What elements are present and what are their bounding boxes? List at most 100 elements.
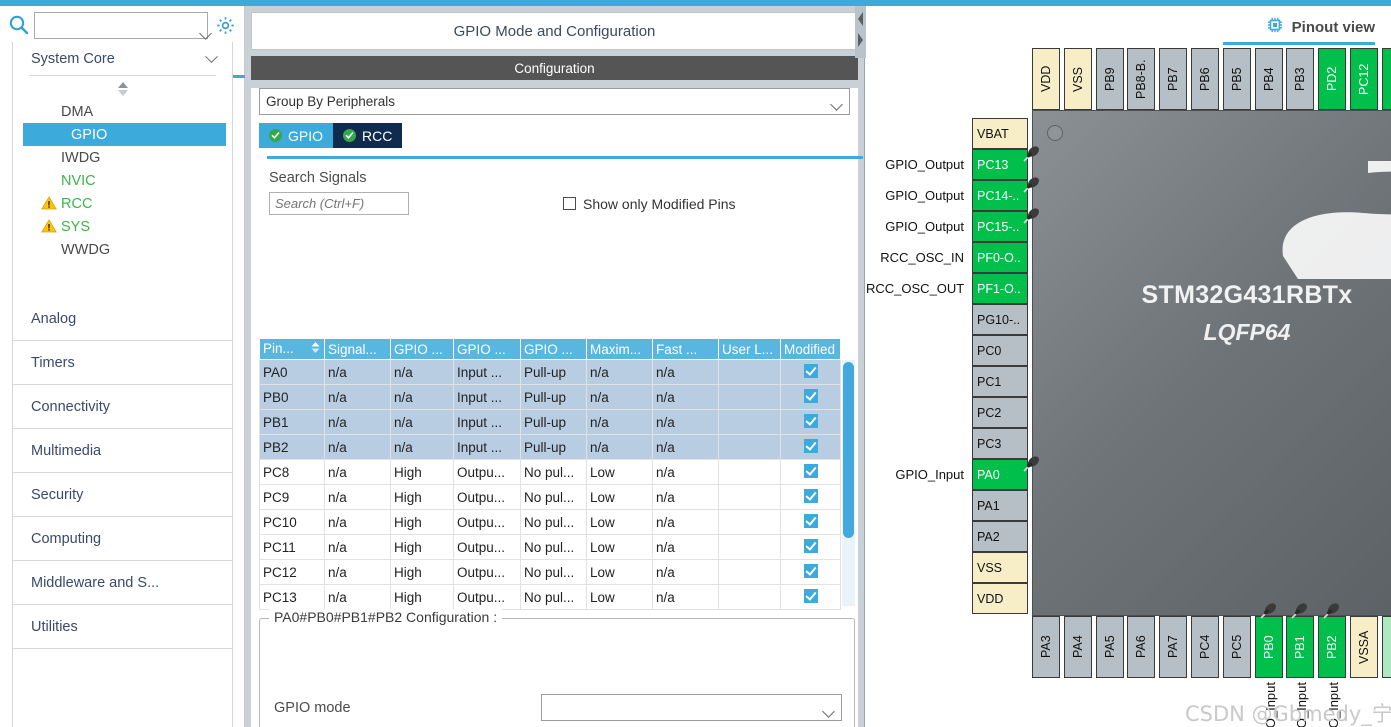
chip-pin-vdd[interactable]: VDD bbox=[1032, 48, 1060, 110]
col-header-gpio-mode[interactable]: GPIO ... bbox=[454, 339, 521, 360]
table-row[interactable]: PC9n/aHighOutpu...No pul...Lown/a bbox=[260, 485, 841, 510]
chip-pin-vdd[interactable]: VDD bbox=[972, 583, 1028, 614]
sidebar-item-nvic[interactable]: NVIC bbox=[13, 169, 232, 192]
chip-pin-pb4[interactable]: PB4 bbox=[1255, 48, 1283, 110]
col-header-gpio-output-level[interactable]: GPIO ... bbox=[391, 339, 454, 360]
sidebar-item-iwdg[interactable]: IWDG bbox=[13, 146, 232, 169]
chip-pin-vref[interactable]: VREF bbox=[1382, 616, 1391, 678]
pin-cell-modified[interactable] bbox=[781, 585, 841, 610]
pin-cell-modified[interactable] bbox=[781, 535, 841, 560]
gpio-mode-dropdown[interactable] bbox=[541, 694, 842, 721]
table-row[interactable]: PB1n/an/aInput ...Pull-upn/an/a bbox=[260, 410, 841, 435]
sidebar-category-computing[interactable]: Computing bbox=[13, 517, 232, 561]
chip-pin-pa4[interactable]: PA4 bbox=[1064, 616, 1092, 678]
table-row[interactable]: PB2n/an/aInput ...Pull-upn/an/a bbox=[260, 435, 841, 460]
table-row[interactable]: PC8n/aHighOutpu...No pul...Lown/a bbox=[260, 460, 841, 485]
chip-pin-pb9[interactable]: PB9 bbox=[1096, 48, 1124, 110]
pin-cell-name: PB2 bbox=[260, 435, 325, 460]
chip-pin-pa5[interactable]: PA5 bbox=[1096, 616, 1124, 678]
sort-toggle[interactable] bbox=[13, 76, 232, 100]
sidebar-category-connectivity[interactable]: Connectivity bbox=[13, 385, 232, 429]
sidebar: Categories A->Z System Core DMA bbox=[0, 6, 245, 727]
sidebar-category-middleware[interactable]: Middleware and S... bbox=[13, 561, 232, 605]
pin-cell-modified[interactable] bbox=[781, 560, 841, 585]
pin-cell-modified[interactable] bbox=[781, 360, 841, 385]
col-header-pin[interactable]: Pin... bbox=[260, 339, 325, 360]
col-header-modified[interactable]: Modified bbox=[781, 339, 841, 360]
pin-cell-modified[interactable] bbox=[781, 410, 841, 435]
table-row[interactable]: PC13n/aHighOutpu...No pul...Lown/a bbox=[260, 585, 841, 610]
sidebar-item-dma[interactable]: DMA bbox=[13, 100, 232, 123]
sidebar-search-input[interactable] bbox=[35, 13, 207, 38]
sidebar-group-system-core[interactable]: System Core bbox=[13, 42, 232, 75]
sidebar-category-security[interactable]: Security bbox=[13, 473, 232, 517]
sidebar-search-combo[interactable] bbox=[34, 12, 208, 39]
chip-pin-pa1[interactable]: PA1 bbox=[972, 490, 1028, 521]
sidebar-item-wwdg[interactable]: WWDG bbox=[13, 238, 232, 261]
table-row[interactable]: PC11n/aHighOutpu...No pul...Lown/a bbox=[260, 535, 841, 560]
col-header-maximum-speed[interactable]: Maxim... bbox=[587, 339, 653, 360]
pin-cell-modified[interactable] bbox=[781, 485, 841, 510]
table-row[interactable]: PA0n/an/aInput ...Pull-upn/an/a bbox=[260, 360, 841, 385]
sidebar-category-utilities[interactable]: Utilities bbox=[13, 605, 232, 649]
sidebar-category-timers[interactable]: Timers bbox=[13, 341, 232, 385]
chip-pin-pb2[interactable]: PB2 bbox=[1318, 616, 1346, 678]
collapse-arrows-icon[interactable] bbox=[855, 6, 866, 58]
col-header-fast-mode[interactable]: Fast ... bbox=[653, 339, 719, 360]
table-row[interactable]: PC10n/aHighOutpu...No pul...Lown/a bbox=[260, 510, 841, 535]
chip-pin-pa2[interactable]: PA2 bbox=[972, 521, 1028, 552]
tab-pinout-view[interactable]: Pinout view bbox=[1266, 16, 1375, 38]
panel-collapse-handle[interactable] bbox=[855, 6, 866, 58]
chip-pin-pc5[interactable]: PC5 bbox=[1223, 616, 1251, 678]
chip-pin-pb0[interactable]: PB0 bbox=[1255, 616, 1283, 678]
chip-pin-pa3[interactable]: PA3 bbox=[1032, 616, 1060, 678]
chip-pin-pc0[interactable]: PC0 bbox=[972, 335, 1028, 366]
chip-pin-pb8b[interactable]: PB8-B. bbox=[1127, 48, 1155, 110]
tab-gpio[interactable]: GPIO bbox=[259, 123, 333, 148]
chip-pin-pc4[interactable]: PC4 bbox=[1191, 616, 1219, 678]
chip-pin-pd2[interactable]: PD2 bbox=[1318, 48, 1346, 110]
sidebar-item-sys[interactable]: SYS bbox=[13, 215, 232, 238]
col-header-signal[interactable]: Signal... bbox=[325, 339, 391, 360]
pin-cell-modified[interactable] bbox=[781, 510, 841, 535]
sort-icon[interactable] bbox=[310, 341, 321, 357]
chip-pin-pb1[interactable]: PB1 bbox=[1286, 616, 1314, 678]
pin-cell-pull: No pul... bbox=[521, 485, 587, 510]
scrollbar-thumb[interactable] bbox=[843, 362, 854, 538]
chip-pin-pc11[interactable]: PC11 bbox=[1382, 48, 1391, 110]
pin-cell-modified[interactable] bbox=[781, 435, 841, 460]
chip-pin-pa7[interactable]: PA7 bbox=[1159, 616, 1187, 678]
sidebar-category-analog[interactable]: Analog bbox=[13, 297, 232, 341]
chip-pin-pc12[interactable]: PC12 bbox=[1350, 48, 1378, 110]
gear-icon[interactable] bbox=[212, 15, 238, 36]
chip-pin-pg10[interactable]: PG10-.. bbox=[972, 304, 1028, 335]
chip-pin-vss[interactable]: VSS bbox=[1064, 48, 1092, 110]
pin-cell-modified[interactable] bbox=[781, 385, 841, 410]
pin-cell-modified[interactable] bbox=[781, 460, 841, 485]
pin-table-scrollbar[interactable] bbox=[842, 360, 855, 606]
table-row[interactable]: PB0n/an/aInput ...Pull-upn/an/a bbox=[260, 385, 841, 410]
sidebar-item-gpio[interactable]: GPIO bbox=[23, 123, 226, 146]
table-row[interactable]: PC12n/aHighOutpu...No pul...Lown/a bbox=[260, 560, 841, 585]
chip-pin-pc2[interactable]: PC2 bbox=[972, 397, 1028, 428]
search-signals-input[interactable] bbox=[269, 192, 409, 215]
chip-pin-pb3[interactable]: PB3 bbox=[1286, 48, 1314, 110]
chip-pin-pf1o[interactable]: PF1-O.. bbox=[972, 273, 1028, 304]
tab-rcc[interactable]: RCC bbox=[333, 123, 402, 148]
show-modified-pins-checkbox[interactable]: Show only Modified Pins bbox=[563, 196, 736, 212]
col-header-gpio-pull[interactable]: GPIO ... bbox=[521, 339, 587, 360]
chip-pin-pf0o[interactable]: PF0-O.. bbox=[972, 242, 1028, 273]
group-by-dropdown[interactable]: Group By Peripherals bbox=[259, 88, 850, 115]
search-icon[interactable] bbox=[6, 12, 32, 38]
sidebar-category-multimedia[interactable]: Multimedia bbox=[13, 429, 232, 473]
chip-pin-pa6[interactable]: PA6 bbox=[1127, 616, 1155, 678]
chip-pin-pb5[interactable]: PB5 bbox=[1223, 48, 1251, 110]
chip-pin-pc1[interactable]: PC1 bbox=[972, 366, 1028, 397]
chip-pin-vssa[interactable]: VSSA bbox=[1350, 616, 1378, 678]
sidebar-item-rcc[interactable]: RCC bbox=[13, 192, 232, 215]
col-header-user-label[interactable]: User L... bbox=[719, 339, 781, 360]
chip-body[interactable]: STM32G431RBTx LQFP64 bbox=[1032, 110, 1391, 616]
chip-pin-pb6[interactable]: PB6 bbox=[1191, 48, 1219, 110]
chip-pin-vss[interactable]: VSS bbox=[972, 552, 1028, 583]
chip-pin-pb7[interactable]: PB7 bbox=[1159, 48, 1187, 110]
